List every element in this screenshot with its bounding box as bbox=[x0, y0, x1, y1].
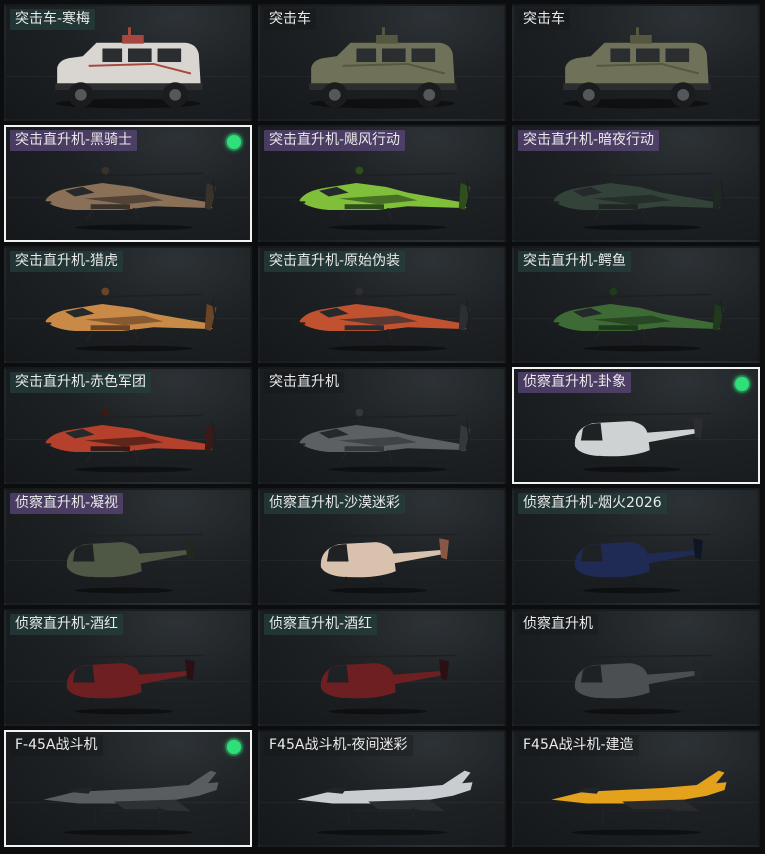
vehicle-skin-card[interactable]: 侦察直升机-凝视 bbox=[4, 488, 252, 605]
attack-helicopter-icon bbox=[33, 408, 220, 473]
scout-helicopter-icon bbox=[573, 412, 711, 473]
vehicle-skin-card[interactable]: 突击直升机 bbox=[258, 367, 506, 484]
vehicle-skin-card[interactable]: 侦察直升机-烟火2026 bbox=[512, 488, 760, 605]
fighter-jet-icon bbox=[551, 770, 727, 836]
vehicle-skin-card[interactable]: 突击直升机-原始伪装 bbox=[258, 246, 506, 363]
scout-helicopter-icon bbox=[65, 533, 203, 594]
vehicle-skin-card[interactable]: 侦察直升机-沙漠迷彩 bbox=[258, 488, 506, 605]
armored-truck-icon bbox=[563, 27, 711, 109]
vehicle-skin-card[interactable]: F45A战斗机-建造 bbox=[512, 730, 760, 847]
armored-truck-icon bbox=[309, 27, 457, 109]
scout-helicopter-icon bbox=[573, 654, 711, 715]
vehicle-skin-label: 侦察直升机-卦象 bbox=[518, 372, 632, 393]
vehicle-skin-card[interactable]: 侦察直升机-酒红 bbox=[4, 609, 252, 726]
vehicle-skin-card[interactable]: F45A战斗机-夜间迷彩 bbox=[258, 730, 506, 847]
vehicle-skin-label: 侦察直升机 bbox=[518, 614, 598, 635]
vehicle-skin-label: 侦察直升机-沙漠迷彩 bbox=[264, 493, 406, 514]
vehicle-skin-label: 突击车 bbox=[264, 9, 316, 30]
vehicle-skin-label: 突击直升机-鳄鱼 bbox=[518, 251, 632, 272]
vehicle-skin-label: 突击车 bbox=[518, 9, 570, 30]
vehicle-skin-label: 突击直升机-原始伪装 bbox=[264, 251, 406, 272]
vehicle-skin-card[interactable]: 侦察直升机 bbox=[512, 609, 760, 726]
vehicle-skin-label: F-45A战斗机 bbox=[10, 735, 103, 756]
attack-helicopter-icon bbox=[287, 408, 474, 473]
vehicle-skin-label: 突击直升机 bbox=[264, 372, 344, 393]
attack-helicopter-icon bbox=[541, 287, 728, 352]
vehicle-skin-label: 突击直升机-黑骑士 bbox=[10, 130, 138, 151]
vehicle-skin-grid: 突击车-寒梅 突击车 突击车突击直升机-黑骑士 突击直升机-飓风行动 突击直升机-暗夜行… bbox=[4, 4, 761, 850]
vehicle-skin-label: 突击直升机-猎虎 bbox=[10, 251, 124, 272]
vehicle-skin-label: 突击直升机-飓风行动 bbox=[264, 130, 406, 151]
attack-helicopter-icon bbox=[287, 166, 474, 231]
attack-helicopter-icon bbox=[33, 287, 220, 352]
vehicle-skin-card[interactable]: 突击直升机-黑骑士 bbox=[4, 125, 252, 242]
scout-helicopter-icon bbox=[319, 654, 457, 715]
vehicle-skin-label: 突击车-寒梅 bbox=[10, 9, 96, 30]
vehicle-skin-label: 侦察直升机-烟火2026 bbox=[518, 493, 667, 514]
scout-helicopter-icon bbox=[319, 533, 457, 594]
vehicle-skin-label: 侦察直升机-凝视 bbox=[10, 493, 124, 514]
vehicle-skin-label: 突击直升机-赤色军团 bbox=[10, 372, 152, 393]
vehicle-skin-card[interactable]: 突击车 bbox=[258, 4, 506, 121]
scout-helicopter-icon bbox=[573, 533, 711, 594]
attack-helicopter-icon bbox=[33, 166, 220, 231]
vehicle-skin-card[interactable]: 突击直升机-暗夜行动 bbox=[512, 125, 760, 242]
equipped-indicator-icon bbox=[227, 135, 241, 149]
vehicle-skin-card[interactable]: 突击直升机-鳄鱼 bbox=[512, 246, 760, 363]
vehicle-skin-label: 突击直升机-暗夜行动 bbox=[518, 130, 660, 151]
vehicle-skin-label: 侦察直升机-酒红 bbox=[10, 614, 124, 635]
attack-helicopter-icon bbox=[287, 287, 474, 352]
vehicle-skin-card[interactable]: 突击直升机-赤色军团 bbox=[4, 367, 252, 484]
vehicle-skin-label: F45A战斗机-建造 bbox=[518, 735, 639, 756]
vehicle-skin-card[interactable]: 突击车-寒梅 bbox=[4, 4, 252, 121]
vehicle-skin-card[interactable]: 侦察直升机-卦象 bbox=[512, 367, 760, 484]
vehicle-skin-card[interactable]: F-45A战斗机 bbox=[4, 730, 252, 847]
attack-helicopter-icon bbox=[541, 166, 728, 231]
equipped-indicator-icon bbox=[735, 377, 749, 391]
vehicle-skin-label: F45A战斗机-夜间迷彩 bbox=[264, 735, 413, 756]
vehicle-skin-card[interactable]: 突击车 bbox=[512, 4, 760, 121]
vehicle-skin-card[interactable]: 突击直升机-飓风行动 bbox=[258, 125, 506, 242]
armored-truck-icon bbox=[55, 27, 203, 109]
fighter-jet-icon bbox=[43, 770, 219, 836]
vehicle-skin-label: 侦察直升机-酒红 bbox=[264, 614, 378, 635]
scout-helicopter-icon bbox=[65, 654, 203, 715]
fighter-jet-icon bbox=[297, 770, 473, 836]
vehicle-skin-card[interactable]: 侦察直升机-酒红 bbox=[258, 609, 506, 726]
equipped-indicator-icon bbox=[227, 740, 241, 754]
vehicle-skin-card[interactable]: 突击直升机-猎虎 bbox=[4, 246, 252, 363]
